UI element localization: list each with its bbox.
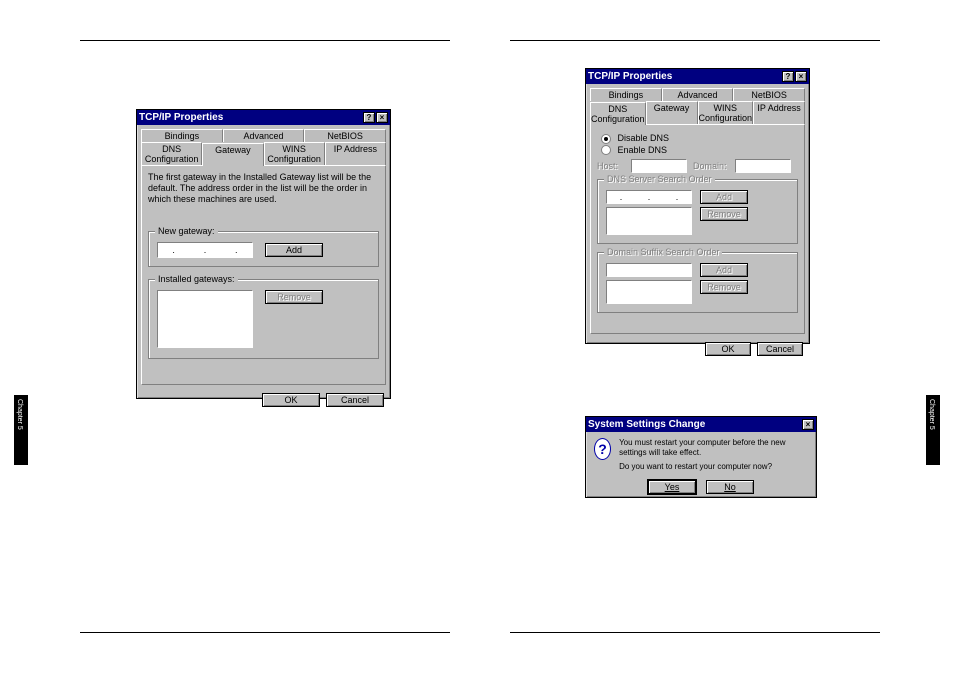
ok-button[interactable]: OK [262,393,320,407]
disable-dns-label: Disable DNS [618,133,670,143]
dns-search-order-label: DNS Server Search Order [604,174,715,184]
titlebar[interactable]: TCP/IP Properties ? × [586,69,809,84]
tab-netbios[interactable]: NetBIOS [304,129,386,142]
domain-suffix-list[interactable] [606,280,692,304]
help-button[interactable]: ? [782,71,794,82]
tcpip-gateway-dialog: TCP/IP Properties ? × Bindings Advanced … [136,109,391,399]
add-button[interactable]: Add [265,243,323,257]
intro-text: The first gateway in the Installed Gatew… [148,172,379,205]
system-settings-change-dialog: System Settings Change × ? You must rest… [585,416,817,498]
help-button[interactable]: ? [363,112,375,123]
disable-dns-radio[interactable] [601,134,611,144]
tab-dns-configuration[interactable]: DNS Configuration [141,142,202,165]
tab-dns-configuration[interactable]: DNS Configuration [590,102,646,125]
dns-ip-input[interactable]: ... [606,190,692,204]
domain-suffix-label: Domain Suffix Search Order [604,247,722,257]
dns-panel: Disable DNS Enable DNS Host: Domain: DNS… [590,124,805,334]
ok-button[interactable]: OK [705,342,751,356]
tab-bindings[interactable]: Bindings [141,129,223,142]
domain-suffix-input[interactable] [606,263,692,277]
tab-ip-address[interactable]: IP Address [753,101,805,124]
divider [510,40,880,41]
enable-dns-radio[interactable] [601,145,611,155]
remove-button[interactable]: Remove [700,207,748,221]
side-tab-right: Chapter 5 [926,395,940,465]
enable-dns-label: Enable DNS [618,145,668,155]
domain-input[interactable] [735,159,791,173]
titlebar[interactable]: TCP/IP Properties ? × [137,110,390,125]
tab-bindings[interactable]: Bindings [590,88,662,101]
tab-wins-configuration[interactable]: WINS Configuration [264,142,325,165]
add-button-2[interactable]: Add [700,263,748,277]
dns-list[interactable] [606,207,692,235]
remove-button[interactable]: Remove [265,290,323,304]
tabs-front-row: DNS Configuration Gateway WINS Configura… [141,142,386,165]
side-tab-left: Chapter 5 [14,395,28,465]
side-tab-label: Chapter 5 [926,395,935,430]
dialog-title: TCP/IP Properties [588,71,672,82]
installed-gateways-label: Installed gateways: [155,274,238,284]
close-button[interactable]: × [802,419,814,430]
divider [80,40,450,41]
dialog-title: System Settings Change [588,419,705,430]
tabs-back-row: Bindings Advanced NetBIOS [141,129,386,142]
tab-advanced[interactable]: Advanced [223,129,305,142]
info-icon: ? [594,438,611,460]
tcpip-dns-dialog: TCP/IP Properties ? × Bindings Advanced … [585,68,810,344]
message-line-2: Do you want to restart your computer now… [619,462,808,472]
remove-button-2[interactable]: Remove [700,280,748,294]
host-label: Host: [597,161,625,171]
no-button[interactable]: No [706,480,754,494]
cancel-button[interactable]: Cancel [326,393,384,407]
divider [510,632,880,633]
close-button[interactable]: × [795,71,807,82]
close-button[interactable]: × [376,112,388,123]
tab-gateway[interactable]: Gateway [646,101,698,124]
gateway-panel: The first gateway in the Installed Gatew… [141,165,386,385]
tab-wins-configuration[interactable]: WINS Configuration [698,101,754,124]
divider [80,632,450,633]
side-tab-label: Chapter 5 [14,395,23,430]
titlebar[interactable]: System Settings Change × [586,417,816,432]
cancel-button[interactable]: Cancel [757,342,803,356]
new-gateway-label: New gateway: [155,226,218,236]
domain-label: Domain: [693,161,729,171]
installed-gateways-list[interactable] [157,290,253,348]
tab-netbios[interactable]: NetBIOS [733,88,805,101]
add-button[interactable]: Add [700,190,748,204]
yes-button[interactable]: Yes [648,480,696,494]
new-gateway-input[interactable]: ... [157,242,253,258]
message-line-1: You must restart your computer before th… [619,438,808,458]
tab-advanced[interactable]: Advanced [662,88,734,101]
host-input[interactable] [631,159,687,173]
tab-ip-address[interactable]: IP Address [325,142,386,165]
dialog-title: TCP/IP Properties [139,112,223,123]
tab-gateway[interactable]: Gateway [202,143,263,166]
